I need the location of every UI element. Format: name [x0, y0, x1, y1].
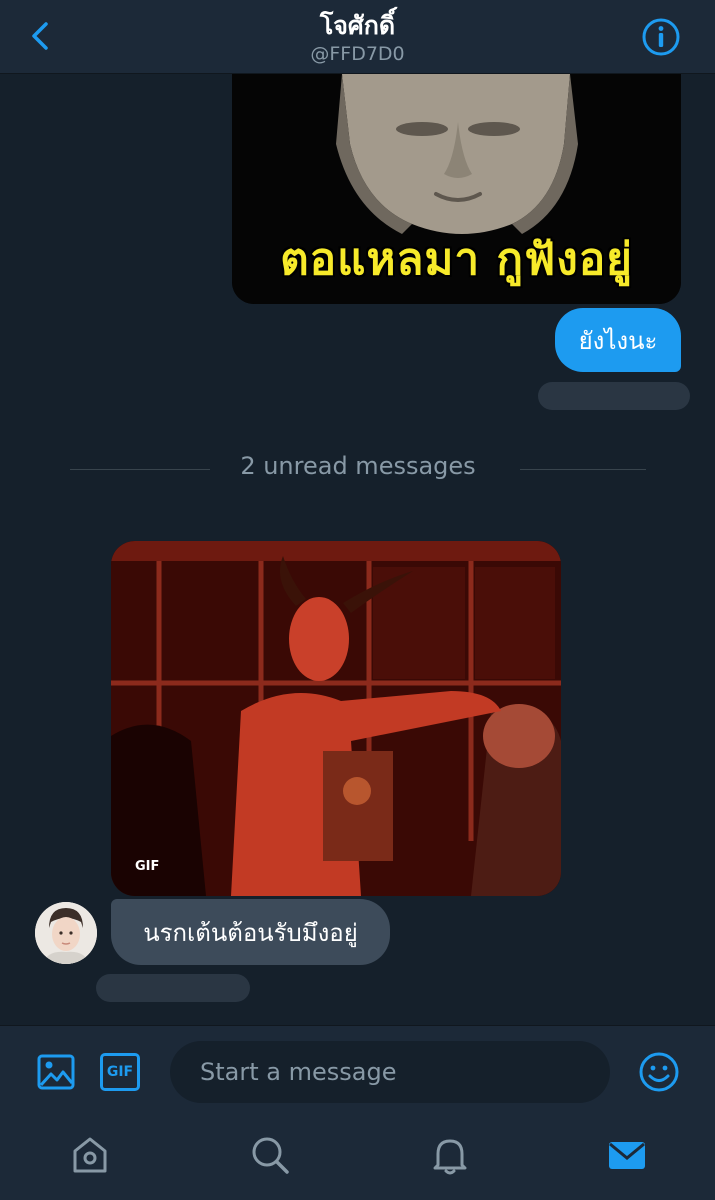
home-icon	[73, 1137, 107, 1173]
image-icon	[37, 1054, 75, 1090]
avatar-photo	[35, 902, 97, 964]
tab-search[interactable]	[250, 1135, 290, 1175]
message-input[interactable]	[170, 1041, 610, 1103]
gif-badge: GIF	[135, 859, 160, 874]
devil-dance-gif	[111, 541, 561, 896]
conversation-handle: @FFD7D0	[310, 43, 405, 65]
incoming-timestamp-redacted	[96, 974, 250, 1002]
sender-avatar[interactable]	[35, 902, 97, 964]
incoming-gif-message[interactable]: GIF	[111, 541, 561, 896]
incoming-message-bubble[interactable]: นรกเต้นต้อนรับมึงอยู่	[111, 899, 390, 965]
mail-icon	[609, 1142, 645, 1169]
emoji-icon	[639, 1052, 679, 1092]
outgoing-timestamp-redacted	[538, 382, 690, 410]
unread-divider-label: 2 unread messages	[240, 452, 476, 480]
unread-divider: 2 unread messages	[70, 448, 646, 488]
message-composer: GIF	[0, 1025, 715, 1117]
info-icon	[642, 18, 680, 56]
bell-icon	[433, 1139, 467, 1175]
add-photo-button[interactable]	[36, 1052, 76, 1092]
gif-icon[interactable]: GIF	[100, 1053, 140, 1091]
outgoing-image-message[interactable]: ตอแหลมา กูฟังอยู่	[232, 74, 681, 304]
outgoing-message-bubble[interactable]: ยังไงนะ	[555, 308, 681, 372]
info-button[interactable]	[641, 17, 681, 57]
divider-line-right	[520, 469, 646, 470]
tab-messages[interactable]	[607, 1135, 647, 1175]
meme-caption: ตอแหลมา กูฟังอยู่	[280, 234, 633, 285]
emoji-button[interactable]	[638, 1051, 680, 1093]
tab-home[interactable]	[70, 1135, 110, 1175]
tab-notifications[interactable]	[430, 1135, 470, 1175]
conversation-title[interactable]: โจศักดิ์	[0, 6, 715, 46]
search-icon	[252, 1137, 289, 1174]
bottom-tab-bar	[0, 1117, 715, 1200]
conversation-header: โจศักดิ์ @FFD7D0	[0, 0, 715, 74]
